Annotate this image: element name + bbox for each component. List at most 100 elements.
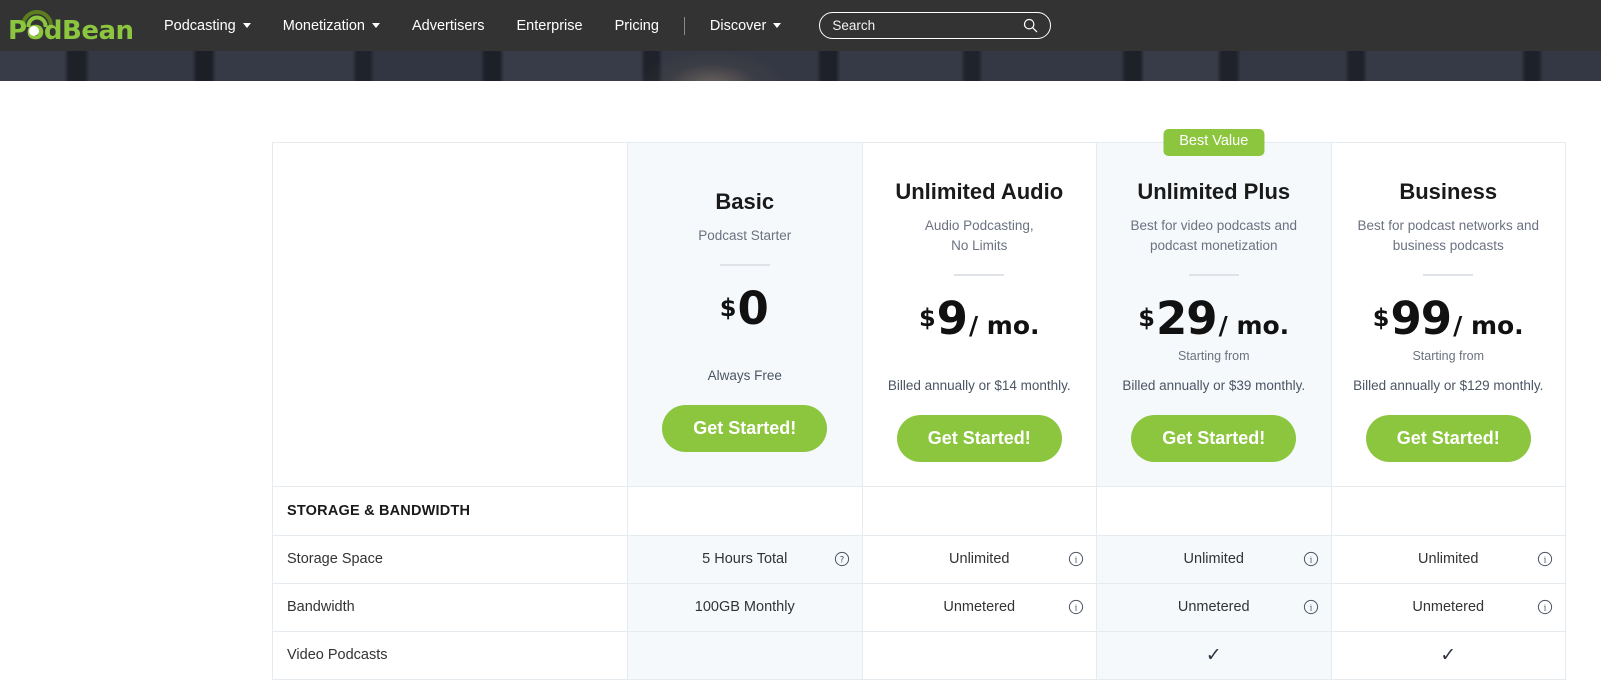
section-blank-cell bbox=[627, 485, 863, 536]
svg-text:?: ? bbox=[839, 556, 844, 566]
header-blank-cell bbox=[272, 142, 628, 487]
feature-name: Storage Space bbox=[272, 534, 628, 584]
plan-header-row: Basic Podcast Starter $0 Always Free Get… bbox=[272, 129, 1566, 487]
plan-starting-from bbox=[642, 339, 848, 353]
plan-billing-note: Billed annually or $129 monthly. bbox=[1353, 377, 1544, 393]
feature-name: Video Podcasts bbox=[272, 630, 628, 680]
svg-text:i: i bbox=[1075, 604, 1078, 614]
plan-billing-note: Always Free bbox=[707, 367, 782, 383]
get-started-button-unlimited-plus[interactable]: Get Started! bbox=[1131, 415, 1297, 462]
plan-name: Basic bbox=[715, 188, 775, 214]
chevron-down-icon bbox=[371, 23, 380, 28]
cta-wrapper: Get Started! bbox=[877, 415, 1083, 462]
info-circle-icon[interactable]: i bbox=[1537, 551, 1553, 567]
plan-divider-rule bbox=[1188, 273, 1239, 276]
feature-value-business: Unlimited i bbox=[1330, 534, 1566, 584]
nav-item-label: Podcasting bbox=[164, 17, 236, 34]
nav-item-advertisers[interactable]: Advertisers bbox=[396, 0, 501, 51]
plan-name: Unlimited Audio bbox=[895, 179, 1064, 204]
nav-item-discover[interactable]: Discover bbox=[694, 0, 797, 51]
price-period: / mo. bbox=[1218, 310, 1290, 340]
podbean-logo[interactable]: PodBean bbox=[8, 7, 134, 47]
feature-value-business: Unmetered i bbox=[1330, 582, 1566, 632]
feature-value-basic: 100GB Monthly bbox=[627, 582, 863, 632]
feature-value-unlimited-audio: Unmetered i bbox=[861, 582, 1097, 632]
nav-item-label: Advertisers bbox=[411, 17, 485, 34]
feature-value-unlimited-audio: Unlimited i bbox=[861, 534, 1097, 584]
nav-item-label: Enterprise bbox=[516, 17, 583, 34]
feature-value-text: Unmetered bbox=[943, 599, 1016, 616]
top-navigation-bar: PodBean Podcasting Monetization Advertis… bbox=[0, 0, 1601, 51]
info-circle-icon[interactable]: i bbox=[1068, 551, 1084, 567]
search-box[interactable] bbox=[819, 12, 1052, 39]
feature-value-unlimited-plus: ✓ bbox=[1096, 630, 1332, 680]
plan-price: $29/ mo. bbox=[1111, 296, 1317, 341]
checkmark-icon: ✓ bbox=[1205, 643, 1222, 666]
chevron-down-icon bbox=[242, 23, 251, 28]
table-row: Video Podcasts ✓ ✓ bbox=[272, 630, 1566, 680]
cta-wrapper: Get Started! bbox=[642, 405, 848, 452]
hero-banner-image bbox=[0, 51, 1601, 81]
svg-text:i: i bbox=[1309, 556, 1312, 566]
section-title: STORAGE & BANDWIDTH bbox=[272, 485, 628, 536]
price-currency: $ bbox=[918, 303, 936, 332]
plan-name: Business bbox=[1399, 179, 1498, 204]
feature-value-business: ✓ bbox=[1330, 630, 1566, 680]
section-blank-cell bbox=[1330, 485, 1566, 536]
logo-wordmark: PodBean bbox=[8, 15, 134, 46]
plan-column-business: Business Best for podcast networks and b… bbox=[1330, 142, 1566, 487]
plan-starting-from: Starting from bbox=[1177, 348, 1250, 363]
logo-dot bbox=[29, 25, 39, 36]
plan-tagline: Best for video podcasts and podcast mone… bbox=[1130, 218, 1298, 253]
price-currency: $ bbox=[1372, 303, 1390, 332]
price-currency: $ bbox=[1138, 303, 1155, 332]
search-input[interactable] bbox=[832, 18, 1024, 33]
feature-value-unlimited-plus: Unmetered i bbox=[1096, 582, 1332, 632]
section-blank-cell bbox=[861, 485, 1097, 536]
plan-divider-rule bbox=[954, 273, 1005, 276]
get-started-button-business[interactable]: Get Started! bbox=[1365, 415, 1531, 462]
feature-value-text: Unmetered bbox=[1412, 599, 1485, 616]
get-started-button-unlimited-audio[interactable]: Get Started! bbox=[896, 415, 1062, 462]
nav-item-label: Discover bbox=[709, 17, 767, 34]
pricing-comparison-table: Basic Podcast Starter $0 Always Free Get… bbox=[272, 129, 1566, 680]
nav-item-pricing[interactable]: Pricing bbox=[599, 0, 675, 51]
plan-name: Unlimited Plus bbox=[1137, 179, 1291, 204]
plan-column-unlimited-plus: Best Value Unlimited Plus Best for video… bbox=[1096, 129, 1332, 487]
plan-price: $9/ mo. bbox=[877, 296, 1083, 341]
plan-tagline: Audio Podcasting, No Limits bbox=[924, 218, 1034, 253]
nav-item-enterprise[interactable]: Enterprise bbox=[501, 0, 599, 51]
svg-text:i: i bbox=[1544, 556, 1547, 566]
plan-billing-note: Billed annually or $14 monthly. bbox=[887, 377, 1071, 393]
get-started-button-basic[interactable]: Get Started! bbox=[662, 405, 828, 452]
info-circle-icon[interactable]: i bbox=[1303, 599, 1319, 615]
best-value-badge: Best Value bbox=[1163, 129, 1265, 156]
feature-name: Bandwidth bbox=[272, 582, 628, 632]
plan-divider-rule bbox=[1423, 273, 1474, 276]
svg-text:i: i bbox=[1544, 604, 1547, 614]
help-circle-icon[interactable]: ? bbox=[834, 551, 850, 567]
plan-column-unlimited-audio: Unlimited Audio Audio Podcasting, No Lim… bbox=[861, 142, 1097, 487]
plan-price: $0 bbox=[642, 286, 848, 331]
search-icon[interactable] bbox=[1023, 18, 1038, 33]
plan-tagline: Podcast Starter bbox=[698, 228, 792, 244]
nav-item-monetization[interactable]: Monetization bbox=[267, 0, 396, 51]
section-blank-cell bbox=[1096, 485, 1332, 536]
plan-price: $99/ mo. bbox=[1346, 296, 1552, 341]
nav-item-podcasting[interactable]: Podcasting bbox=[148, 0, 267, 51]
chevron-down-icon bbox=[773, 23, 782, 28]
cta-wrapper: Get Started! bbox=[1346, 415, 1552, 462]
section-header-row: STORAGE & BANDWIDTH bbox=[272, 485, 1566, 536]
feature-value-text: Unlimited bbox=[1183, 551, 1244, 568]
table-row: Bandwidth 100GB Monthly Unmetered i Unme… bbox=[272, 582, 1566, 632]
feature-value-text: 5 Hours Total bbox=[702, 551, 788, 568]
svg-text:i: i bbox=[1075, 556, 1078, 566]
plan-starting-from bbox=[877, 349, 1083, 363]
checkmark-icon: ✓ bbox=[1440, 643, 1457, 666]
cta-wrapper: Get Started! bbox=[1111, 415, 1317, 462]
info-circle-icon[interactable]: i bbox=[1537, 599, 1553, 615]
feature-value-text: Unmetered bbox=[1177, 599, 1250, 616]
info-circle-icon[interactable]: i bbox=[1303, 551, 1319, 567]
nav-item-label: Pricing bbox=[614, 17, 659, 34]
info-circle-icon[interactable]: i bbox=[1068, 599, 1084, 615]
